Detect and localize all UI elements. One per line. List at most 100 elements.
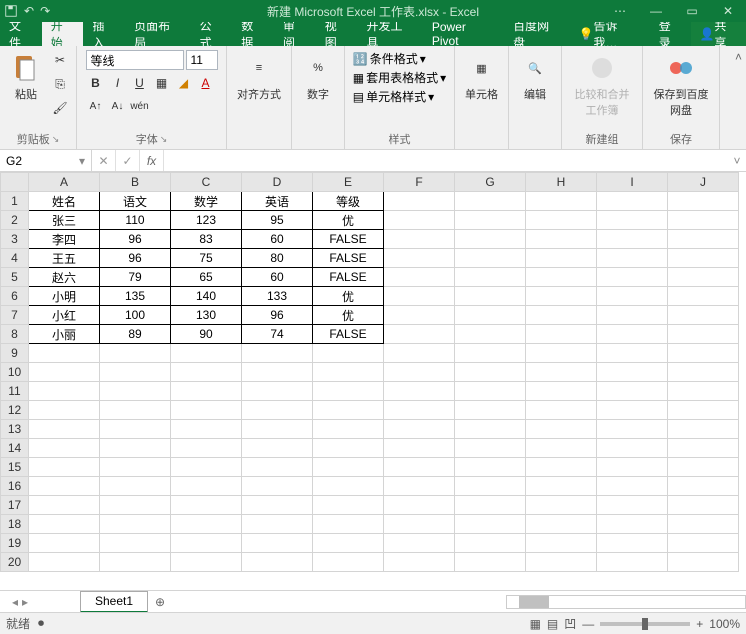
tab-review[interactable]: 审阅	[274, 22, 316, 46]
alignment-button[interactable]: ≡ 对齐方式	[233, 50, 285, 104]
cell[interactable]: 135	[100, 287, 171, 306]
cell[interactable]	[242, 420, 313, 439]
cell[interactable]: FALSE	[313, 249, 384, 268]
bold-button[interactable]: B	[86, 73, 106, 93]
cell[interactable]	[29, 420, 100, 439]
cell[interactable]	[100, 458, 171, 477]
cancel-formula-icon[interactable]: ✕	[92, 150, 116, 171]
cell[interactable]	[242, 401, 313, 420]
cell[interactable]	[526, 249, 597, 268]
tab-formula[interactable]: 公式	[191, 22, 233, 46]
column-header[interactable]: E	[313, 173, 384, 192]
cell[interactable]	[171, 458, 242, 477]
cell[interactable]	[29, 401, 100, 420]
cell[interactable]	[384, 401, 455, 420]
cell-styles-button[interactable]: ▤ 单元格样式 ▾	[353, 88, 434, 105]
cell[interactable]	[668, 287, 739, 306]
sheet-tab-sheet1[interactable]: Sheet1	[80, 591, 148, 613]
cell[interactable]	[384, 477, 455, 496]
cell[interactable]	[313, 477, 384, 496]
cell[interactable]: 优	[313, 306, 384, 325]
cell[interactable]	[313, 439, 384, 458]
row-header[interactable]: 5	[1, 268, 29, 287]
cell[interactable]	[384, 287, 455, 306]
cell[interactable]	[597, 249, 668, 268]
cell[interactable]	[455, 534, 526, 553]
number-format-button[interactable]: % 数字	[298, 50, 338, 104]
cell[interactable]	[455, 515, 526, 534]
restore-icon[interactable]: ▭	[674, 0, 710, 22]
cell[interactable]: 110	[100, 211, 171, 230]
cell[interactable]: 赵六	[29, 268, 100, 287]
name-box[interactable]: G2▾	[0, 150, 92, 171]
cell[interactable]: 小明	[29, 287, 100, 306]
row-header[interactable]: 7	[1, 306, 29, 325]
row-header[interactable]: 9	[1, 344, 29, 363]
new-sheet-icon[interactable]: ⊕	[148, 595, 172, 609]
cell[interactable]	[597, 382, 668, 401]
cell[interactable]: 133	[242, 287, 313, 306]
border-icon[interactable]: ▦	[152, 73, 172, 93]
cell[interactable]: 优	[313, 287, 384, 306]
row-header[interactable]: 14	[1, 439, 29, 458]
cell[interactable]	[100, 515, 171, 534]
cell[interactable]	[171, 439, 242, 458]
font-size-combo[interactable]: 11	[186, 50, 218, 70]
cell[interactable]	[526, 192, 597, 211]
row-header[interactable]: 3	[1, 230, 29, 249]
zoom-slider[interactable]	[600, 622, 690, 626]
cut-icon[interactable]: ✂	[50, 50, 70, 70]
cell[interactable]	[526, 363, 597, 382]
expand-formula-bar-icon[interactable]: ˅	[728, 154, 746, 168]
column-header[interactable]: J	[668, 173, 739, 192]
macro-record-icon[interactable]: ⏺	[38, 616, 44, 631]
cell[interactable]: 英语	[242, 192, 313, 211]
cell[interactable]	[313, 344, 384, 363]
cell[interactable]	[668, 420, 739, 439]
italic-button[interactable]: I	[108, 73, 128, 93]
cell[interactable]	[668, 401, 739, 420]
cell[interactable]	[100, 496, 171, 515]
fx-icon[interactable]: fx	[140, 150, 164, 171]
cell[interactable]	[455, 420, 526, 439]
cell[interactable]	[171, 363, 242, 382]
cell[interactable]	[597, 515, 668, 534]
cell[interactable]	[597, 420, 668, 439]
cell[interactable]	[384, 515, 455, 534]
row-header[interactable]: 6	[1, 287, 29, 306]
cell[interactable]: 65	[171, 268, 242, 287]
cell[interactable]: 数学	[171, 192, 242, 211]
cell[interactable]	[384, 249, 455, 268]
column-header[interactable]: B	[100, 173, 171, 192]
cell[interactable]	[100, 344, 171, 363]
cell[interactable]	[384, 192, 455, 211]
cell[interactable]	[455, 230, 526, 249]
tab-view[interactable]: 视图	[316, 22, 358, 46]
cell[interactable]	[384, 268, 455, 287]
font-launcher-icon[interactable]: ↘	[160, 134, 168, 145]
cell[interactable]: 74	[242, 325, 313, 344]
cell[interactable]: 96	[100, 249, 171, 268]
format-painter-icon[interactable]: 🖌	[50, 98, 70, 118]
cell[interactable]: 90	[171, 325, 242, 344]
cell[interactable]: FALSE	[313, 268, 384, 287]
cell[interactable]	[597, 477, 668, 496]
cell[interactable]	[668, 306, 739, 325]
tab-insert[interactable]: 插入	[83, 22, 125, 46]
cell[interactable]	[455, 382, 526, 401]
row-header[interactable]: 19	[1, 534, 29, 553]
tab-layout[interactable]: 页面布局	[125, 22, 190, 46]
decrease-font-icon[interactable]: A↓	[108, 96, 128, 116]
cell[interactable]	[526, 477, 597, 496]
cell[interactable]	[313, 534, 384, 553]
row-header[interactable]: 10	[1, 363, 29, 382]
column-header[interactable]: H	[526, 173, 597, 192]
cell[interactable]	[597, 439, 668, 458]
cell[interactable]: 小丽	[29, 325, 100, 344]
sheet-nav-prev-icon[interactable]: ◂	[12, 595, 18, 609]
cell[interactable]	[526, 420, 597, 439]
cell[interactable]	[29, 534, 100, 553]
cell[interactable]: 优	[313, 211, 384, 230]
cell[interactable]	[384, 211, 455, 230]
cell[interactable]	[526, 287, 597, 306]
